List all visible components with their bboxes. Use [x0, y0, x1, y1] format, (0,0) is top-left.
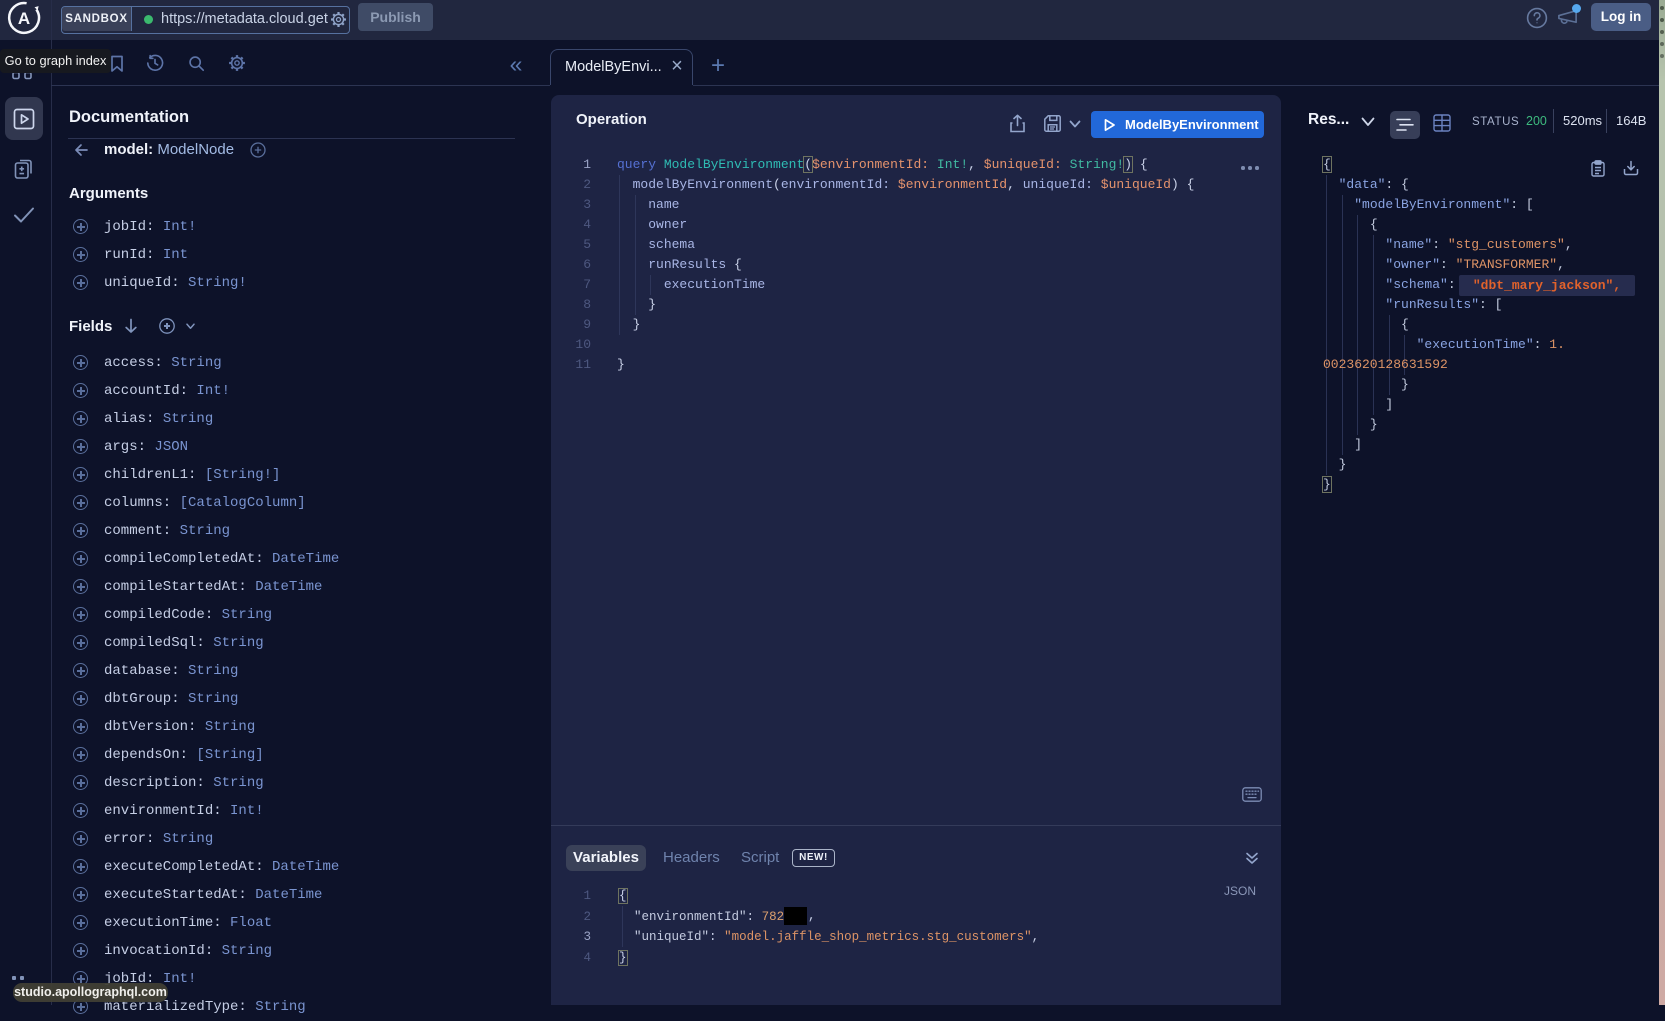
svg-text:A: A — [18, 9, 30, 28]
